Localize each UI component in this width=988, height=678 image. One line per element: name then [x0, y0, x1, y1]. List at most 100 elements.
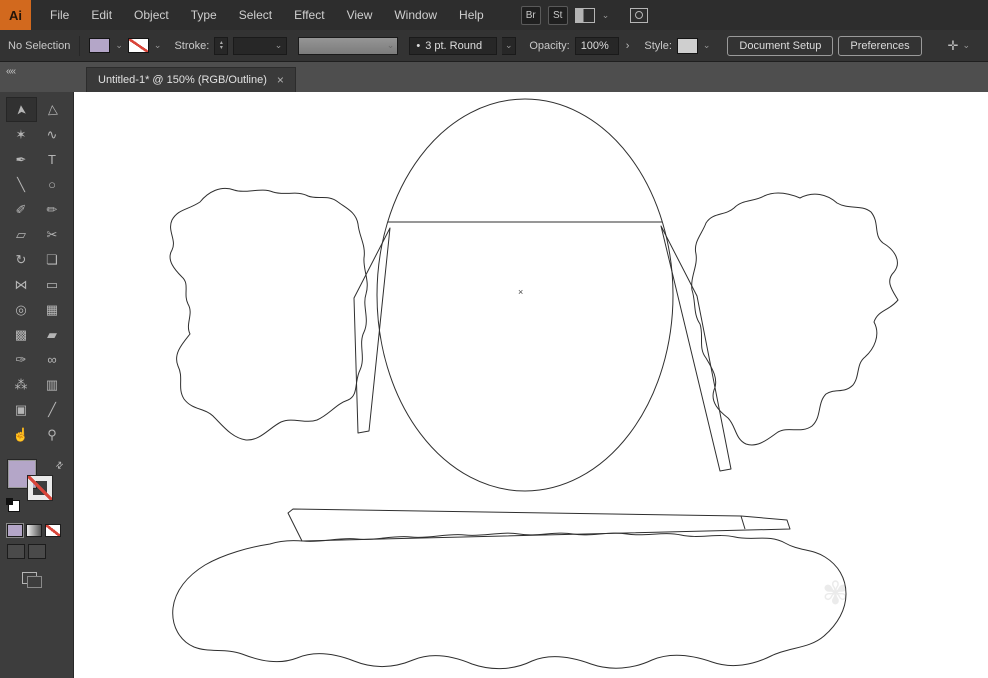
scissors-icon: ✂ [46, 226, 58, 242]
gradient-icon: ▰ [47, 326, 57, 342]
tool-artboard[interactable]: ▣ [6, 397, 37, 422]
paintbrush-icon: ✐ [15, 201, 27, 217]
variable-width-profile-select[interactable]: ⌄ [298, 36, 399, 55]
opacity-input[interactable]: 100% [574, 36, 619, 55]
document-setup-button[interactable]: Document Setup [727, 35, 834, 56]
column-graph-icon: ▥ [45, 376, 59, 392]
brush-definition-value: 3 pt. Round [425, 39, 483, 52]
draw-behind-icon[interactable] [28, 544, 46, 559]
document-tab-title: Untitled-1* @ 150% (RGB/Outline) [98, 74, 267, 86]
base-plank-edge-path [740, 515, 746, 530]
body-ellipse-path [376, 98, 674, 492]
width-icon: ⋈ [14, 276, 28, 292]
stock-button[interactable]: St [547, 5, 568, 25]
snow-mound-path [172, 532, 847, 669]
blend-icon: ∞ [47, 352, 57, 367]
tool-perspective-grid[interactable]: ▦ [37, 297, 68, 322]
menu-file[interactable]: File [39, 0, 80, 30]
fill-dropdown-icon[interactable]: ⌄ [115, 41, 123, 50]
right-blob-path [691, 192, 899, 446]
tool-scale[interactable]: ❏ [37, 247, 68, 272]
brush-definition-dropdown-icon[interactable]: ⌄ [502, 36, 517, 55]
eraser-icon: ▱ [16, 226, 26, 242]
tools-panel: ➤ ▷ ✶ ∿ ✒ T ╲ ○ ✐ ✏ ▱ ✂ ↻ ❏ ⋈ ▭ ◎ ▦ ▩ ▰ ✑ ∞ ⁂ ▥ ▣ ╱ ☝ ⚲ ⇄ [0, 92, 74, 678]
artboard-canvas[interactable]: ✾ × [74, 92, 988, 678]
none-button[interactable] [45, 524, 61, 537]
stroke-dropdown-icon[interactable]: ⌄ [154, 41, 162, 50]
tool-rotate[interactable]: ↻ [6, 247, 37, 272]
swap-fill-stroke-icon[interactable]: ⇄ [53, 459, 66, 472]
tool-ellipse[interactable]: ○ [37, 172, 68, 197]
gradient-button[interactable] [26, 524, 42, 537]
tool-column-graph[interactable]: ▥ [37, 372, 68, 397]
tool-eyedropper[interactable]: ✑ [6, 347, 37, 372]
menu-items: File Edit Object Type Select Effect View Window… [39, 0, 495, 30]
close-icon[interactable]: × [277, 74, 284, 86]
tool-paintbrush[interactable]: ✐ [6, 197, 37, 222]
symbol-sprayer-icon: ⁂ [14, 376, 28, 392]
color-mode-row [6, 523, 61, 538]
color-button[interactable] [6, 523, 24, 538]
tool-lasso[interactable]: ∿ [37, 122, 68, 147]
fill-color-swatch[interactable] [89, 38, 111, 53]
tool-type[interactable]: T [37, 147, 68, 172]
control-panel-icon[interactable]: ✛ [948, 38, 959, 54]
divider [79, 35, 81, 56]
tool-scissors[interactable]: ✂ [37, 222, 68, 247]
brush-definition-select[interactable]: • 3 pt. Round [409, 36, 498, 55]
menu-help[interactable]: Help [448, 0, 495, 30]
tool-hand[interactable]: ☝ [6, 422, 37, 447]
tool-mesh[interactable]: ▩ [6, 322, 37, 347]
opacity-flyout-icon[interactable]: › [624, 40, 632, 52]
menu-window[interactable]: Window [383, 0, 448, 30]
bridge-button[interactable]: Br [520, 5, 541, 25]
menu-edit[interactable]: Edit [80, 0, 123, 30]
eyedropper-icon: ✑ [15, 351, 27, 367]
document-tab[interactable]: Untitled-1* @ 150% (RGB/Outline) × [86, 67, 296, 92]
app-logo: Ai [0, 0, 31, 30]
tool-blend[interactable]: ∞ [37, 347, 68, 372]
tool-slice[interactable]: ╱ [37, 397, 68, 422]
tool-zoom[interactable]: ⚲ [37, 422, 68, 447]
tool-free-transform[interactable]: ▭ [37, 272, 68, 297]
tool-direct-selection[interactable]: ▷ [37, 97, 68, 122]
tool-line-segment[interactable]: ╲ [6, 172, 37, 197]
stroke-width-stepper[interactable]: ▴ ▾ [214, 36, 229, 55]
tool-pen[interactable]: ✒ [6, 147, 37, 172]
stroke-width-select[interactable]: ⌄ [233, 36, 288, 55]
tool-eraser[interactable]: ▱ [6, 222, 37, 247]
spinner-down-icon[interactable]: ▾ [220, 45, 223, 51]
menu-effect[interactable]: Effect [283, 0, 335, 30]
menu-type[interactable]: Type [180, 0, 228, 30]
tool-symbol-sprayer[interactable]: ⁂ [6, 372, 37, 397]
preferences-button[interactable]: Preferences [838, 35, 922, 56]
tool-selection[interactable]: ➤ [5, 97, 37, 122]
chevron-down-icon[interactable]: ⌄ [962, 41, 970, 50]
style-dropdown-icon[interactable]: ⌄ [703, 41, 711, 50]
change-screen-mode-icon[interactable] [22, 572, 42, 588]
arrange-documents-icon[interactable] [574, 7, 595, 23]
collapse-dock-icon[interactable]: «« [6, 66, 16, 77]
left-arm-path [353, 227, 391, 434]
tool-pencil[interactable]: ✏ [37, 197, 68, 222]
tool-width[interactable]: ⋈ [6, 272, 37, 297]
free-transform-icon: ▭ [45, 276, 59, 292]
screen-mode-icon[interactable] [630, 7, 649, 23]
tool-magic-wand[interactable]: ✶ [6, 122, 37, 147]
default-fill-stroke-icon[interactable] [6, 498, 20, 512]
type-icon: T [48, 152, 56, 167]
tool-gradient[interactable]: ▰ [37, 322, 68, 347]
rotate-icon: ↻ [15, 251, 27, 267]
drawing-modes-row [7, 544, 46, 559]
menu-object[interactable]: Object [123, 0, 180, 30]
menu-view[interactable]: View [336, 0, 384, 30]
chevron-down-icon[interactable]: ⌄ [602, 10, 610, 20]
fill-stroke-widget: ⇄ [6, 459, 68, 520]
style-swatch[interactable] [676, 37, 698, 54]
menu-select[interactable]: Select [228, 0, 283, 30]
stroke-label: Stroke: [174, 39, 210, 52]
selection-status: No Selection [8, 39, 71, 52]
tool-shape-builder[interactable]: ◎ [6, 297, 37, 322]
stroke-color-swatch[interactable] [127, 38, 149, 53]
draw-normal-icon[interactable] [7, 544, 25, 559]
